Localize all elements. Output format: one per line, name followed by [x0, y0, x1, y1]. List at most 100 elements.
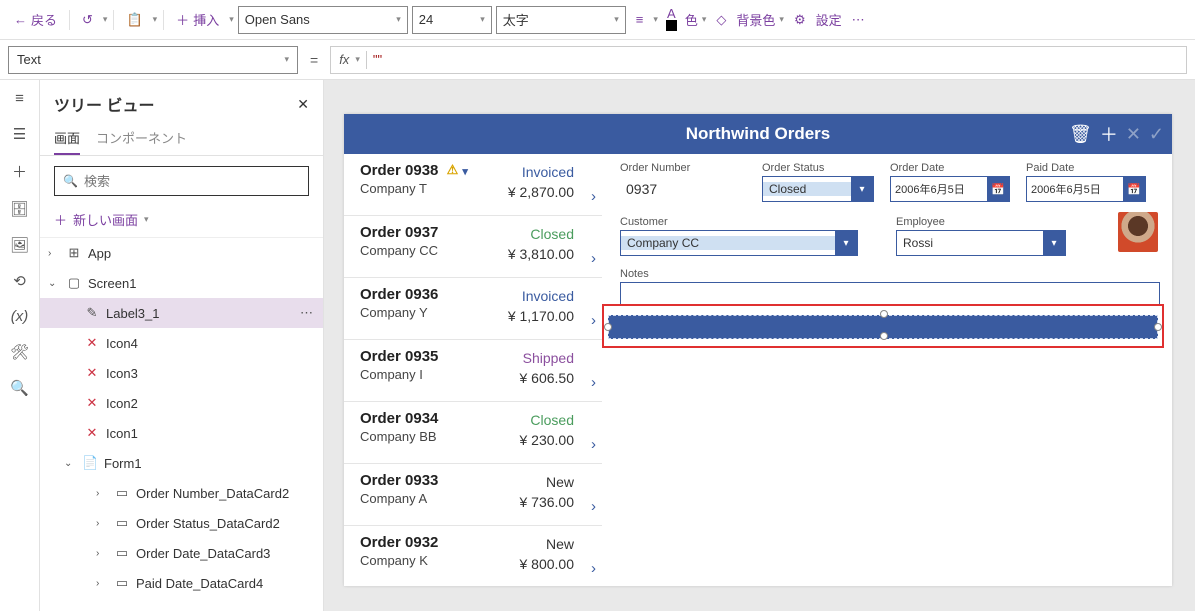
gallery-item[interactable]: Order 0937Company CCClosed¥ 3,810.00›: [344, 216, 602, 278]
tree-node-icon1[interactable]: ✕Icon1: [40, 418, 323, 448]
more-button[interactable]: ⋯: [846, 8, 871, 32]
tree-node-datacard-orderdate[interactable]: ›▭Order Date_DataCard3: [40, 538, 323, 568]
gallery-item[interactable]: Order 0933Company ANew¥ 736.00›: [344, 464, 602, 526]
tree-node-datacard-status[interactable]: ›▭Order Status_DataCard2: [40, 508, 323, 538]
customer-select[interactable]: Company CC▾: [620, 230, 858, 256]
rail-media-icon[interactable]: 🖼: [10, 236, 29, 254]
order-status: New: [546, 536, 574, 552]
cancel-icon[interactable]: ✕: [1126, 124, 1141, 145]
font-size-select[interactable]: 24▾: [412, 6, 492, 34]
order-price: ¥ 800.00: [520, 556, 575, 572]
tree-node-datacard-paiddate[interactable]: ›▭Paid Date_DataCard4: [40, 568, 323, 598]
gallery-item[interactable]: Order 0935Company IShipped¥ 606.50›: [344, 340, 602, 402]
tree-node-datacard-ordernum[interactable]: ›▭Order Number_DataCard2: [40, 478, 323, 508]
new-screen-button[interactable]: ＋ 新しい画面 ▾: [40, 206, 323, 237]
gallery-item[interactable]: Order 0934Company BBClosed¥ 230.00›: [344, 402, 602, 464]
back-button[interactable]: ←戻る: [8, 6, 63, 33]
order-price: ¥ 736.00: [520, 494, 575, 510]
tab-components[interactable]: コンポーネント: [96, 122, 187, 155]
order-price: ¥ 3,810.00: [508, 246, 574, 262]
order-price: ¥ 2,870.00: [508, 184, 574, 200]
order-number-label: Order Number: [620, 162, 746, 174]
order-status-select[interactable]: Closed▾: [762, 176, 874, 202]
text-color-button[interactable]: A: [662, 6, 681, 33]
rail-data-icon[interactable]: 🗄: [10, 200, 29, 218]
chevron-down-icon[interactable]: ▾: [103, 14, 108, 25]
rail-tools-icon[interactable]: 🛠: [10, 343, 29, 361]
tab-screens[interactable]: 画面: [54, 122, 80, 155]
chevron-down-icon[interactable]: ▾: [702, 14, 707, 25]
trash-icon[interactable]: 🗑: [1069, 124, 1092, 145]
settings-button[interactable]: ⚙: [788, 8, 812, 32]
tree-node-app[interactable]: ›⊞App: [40, 238, 323, 268]
rail-hamburger-icon[interactable]: ≡: [15, 90, 24, 107]
chevron-right-icon[interactable]: ›: [591, 560, 596, 577]
tree-panel: ツリー ビュー ✕ 画面 コンポーネント 🔍 ＋ 新しい画面 ▾ ›⊞App ⌄…: [40, 80, 324, 611]
order-form: Order Number 0937 Order Status Closed▾ O…: [602, 154, 1172, 586]
property-select[interactable]: Text▾: [8, 46, 298, 74]
employee-select[interactable]: Rossi▾: [896, 230, 1066, 256]
resize-handle[interactable]: [880, 310, 888, 318]
align-button[interactable]: ≡: [630, 8, 650, 31]
tree-node-icon3[interactable]: ✕Icon3: [40, 358, 323, 388]
bg-color-button[interactable]: ◇: [710, 8, 732, 32]
rail-advanced-icon[interactable]: ⟲: [13, 272, 26, 290]
chevron-right-icon[interactable]: ›: [591, 188, 596, 205]
rail-insert-icon[interactable]: ＋: [12, 161, 27, 182]
plus-icon[interactable]: ＋: [1100, 121, 1118, 147]
bg-color-label: 背景色: [736, 10, 775, 29]
canvas: Northwind Orders 🗑 ＋ ✕ ✓ Order 0938 ⚠ ▾C…: [324, 80, 1195, 611]
chevron-right-icon[interactable]: ›: [591, 374, 596, 391]
formula-value: "": [373, 52, 382, 67]
tree-node-screen1[interactable]: ⌄▢Screen1: [40, 268, 323, 298]
chevron-right-icon[interactable]: ›: [591, 250, 596, 267]
tree-search[interactable]: 🔍: [54, 166, 309, 196]
formula-bar: Text▾ = fx ▾ "": [0, 40, 1195, 80]
order-date-picker[interactable]: 2006年6月5日📅: [890, 176, 1010, 202]
order-gallery[interactable]: Order 0938 ⚠ ▾Company TInvoiced¥ 2,870.0…: [344, 154, 602, 586]
undo-button[interactable]: ↺: [76, 8, 99, 32]
chevron-right-icon[interactable]: ›: [591, 312, 596, 329]
chevron-down-icon: ▾: [144, 214, 149, 225]
insert-button[interactable]: ＋挿入: [170, 6, 225, 33]
order-price: ¥ 230.00: [520, 432, 575, 448]
gallery-item[interactable]: Order 0932Company KNew¥ 800.00›: [344, 526, 602, 586]
resize-handle[interactable]: [1154, 323, 1162, 331]
chevron-down-icon[interactable]: ▾: [229, 14, 234, 25]
notes-input[interactable]: [620, 282, 1160, 306]
tree-node-label3-1[interactable]: ✎Label3_1⋯: [40, 298, 323, 328]
tree-node-icon4[interactable]: ✕Icon4: [40, 328, 323, 358]
gallery-item[interactable]: Order 0936Company YInvoiced¥ 1,170.00›: [344, 278, 602, 340]
paid-date-label: Paid Date: [1026, 162, 1146, 174]
rail-search-icon[interactable]: 🔍: [10, 379, 29, 397]
app-header: Northwind Orders 🗑 ＋ ✕ ✓: [344, 114, 1172, 154]
tree-node-form1[interactable]: ⌄📄Form1: [40, 448, 323, 478]
paid-date-picker[interactable]: 2006年6月5日📅: [1026, 176, 1146, 202]
gallery-item[interactable]: Order 0938 ⚠ ▾Company TInvoiced¥ 2,870.0…: [344, 154, 602, 216]
resize-handle[interactable]: [604, 323, 612, 331]
close-icon[interactable]: ✕: [297, 96, 309, 113]
rail-variables-icon[interactable]: (x): [11, 308, 29, 325]
chevron-right-icon[interactable]: ›: [591, 436, 596, 453]
rail-tree-icon[interactable]: ☰: [13, 125, 26, 143]
font-weight-select[interactable]: 太字▾: [496, 6, 626, 34]
chevron-right-icon[interactable]: ›: [591, 498, 596, 515]
paste-button[interactable]: 📋: [120, 8, 148, 32]
chevron-down-icon[interactable]: ▾: [153, 14, 158, 25]
search-icon: 🔍: [63, 174, 78, 188]
employee-avatar: [1118, 212, 1158, 252]
tree-node-icon2[interactable]: ✕Icon2: [40, 388, 323, 418]
chevron-down-icon[interactable]: ▾: [779, 14, 784, 25]
search-input[interactable]: [84, 174, 300, 189]
chevron-down-icon[interactable]: ▾: [355, 54, 360, 65]
order-number-value: 0937: [620, 176, 746, 202]
more-icon[interactable]: ⋯: [300, 305, 313, 321]
formula-input[interactable]: fx ▾ "": [330, 46, 1187, 74]
chevron-down-icon[interactable]: ▾: [653, 14, 658, 25]
check-icon[interactable]: ✓: [1149, 124, 1164, 145]
resize-handle[interactable]: [880, 332, 888, 340]
order-price: ¥ 606.50: [520, 370, 575, 386]
order-status: Shipped: [523, 350, 574, 366]
font-select[interactable]: Open Sans▾: [238, 6, 408, 34]
plus-icon: ＋: [54, 210, 67, 229]
